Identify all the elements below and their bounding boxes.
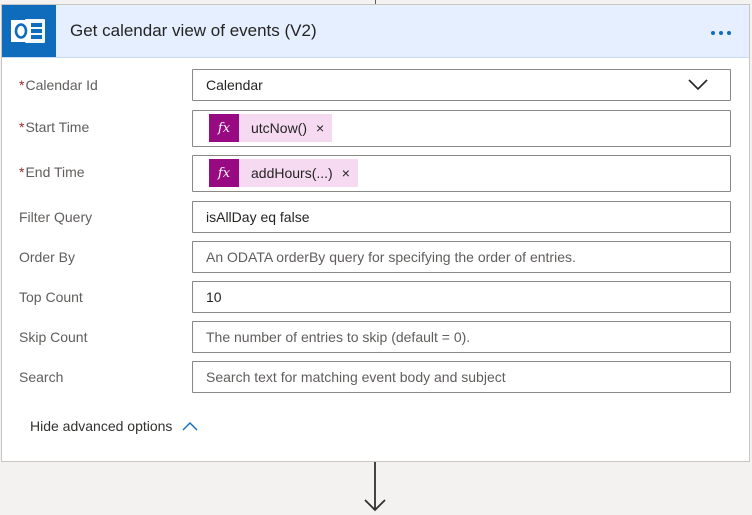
calendar-id-label-text: Calendar Id: [25, 77, 98, 93]
more-icon-dot: [719, 31, 723, 35]
action-card: Get calendar view of events (V2) *Calend…: [1, 4, 750, 462]
card-title: Get calendar view of events (V2): [70, 21, 317, 40]
fx-icon: fx: [209, 159, 239, 187]
arrow-down-icon: [364, 462, 386, 512]
more-icon: [711, 31, 715, 35]
top-count-label: Top Count: [19, 289, 83, 305]
start-time-label-text: Start Time: [25, 119, 90, 135]
hide-advanced-options-button[interactable]: Hide advanced options: [30, 418, 198, 434]
end-time-label-text: End Time: [25, 164, 85, 180]
fx-icon: fx: [209, 114, 239, 142]
order-by-label: Order By: [19, 249, 76, 265]
more-options-button[interactable]: [702, 19, 738, 45]
outlook-icon: [2, 5, 56, 57]
filter-query-label: Filter Query: [19, 209, 93, 225]
start-time-label: *Start Time: [19, 119, 89, 135]
close-icon[interactable]: ×: [333, 165, 358, 181]
top-count-value: 10: [206, 289, 222, 305]
start-time-field[interactable]: fx utcNow() ×: [192, 110, 731, 147]
order-by-input[interactable]: An ODATA orderBy query for specifying th…: [192, 241, 731, 273]
filter-query-value: isAllDay eq false: [206, 209, 310, 225]
required-marker: *: [19, 164, 25, 180]
order-by-placeholder: An ODATA orderBy query for specifying th…: [206, 249, 576, 265]
token-label: addHours(...): [251, 165, 333, 181]
search-placeholder: Search text for matching event body and …: [206, 369, 506, 385]
search-input[interactable]: Search text for matching event body and …: [192, 361, 731, 393]
filter-query-input[interactable]: isAllDay eq false: [192, 201, 731, 233]
calendar-id-value: Calendar: [206, 77, 263, 93]
top-count-input[interactable]: 10: [192, 281, 731, 313]
more-icon-dot: [727, 31, 731, 35]
hide-advanced-options-label: Hide advanced options: [30, 418, 173, 434]
chevron-down-icon: [688, 79, 708, 91]
skip-count-placeholder: The number of entries to skip (default =…: [206, 329, 471, 345]
end-time-field[interactable]: fx addHours(...) ×: [192, 155, 731, 192]
search-label: Search: [19, 369, 64, 385]
chevron-up-icon: [182, 422, 198, 431]
start-time-token[interactable]: fx utcNow() ×: [209, 114, 333, 142]
required-marker: *: [19, 119, 25, 135]
skip-count-input[interactable]: The number of entries to skip (default =…: [192, 321, 731, 353]
close-icon[interactable]: ×: [307, 120, 332, 136]
skip-count-label: Skip Count: [19, 329, 88, 345]
token-label: utcNow(): [251, 120, 308, 136]
end-time-label: *End Time: [19, 164, 85, 180]
required-marker: *: [19, 77, 25, 93]
end-time-token[interactable]: fx addHours(...) ×: [209, 159, 358, 187]
calendar-id-label: *Calendar Id: [19, 77, 98, 93]
calendar-id-dropdown[interactable]: Calendar: [192, 69, 731, 101]
card-header[interactable]: Get calendar view of events (V2): [2, 5, 749, 58]
